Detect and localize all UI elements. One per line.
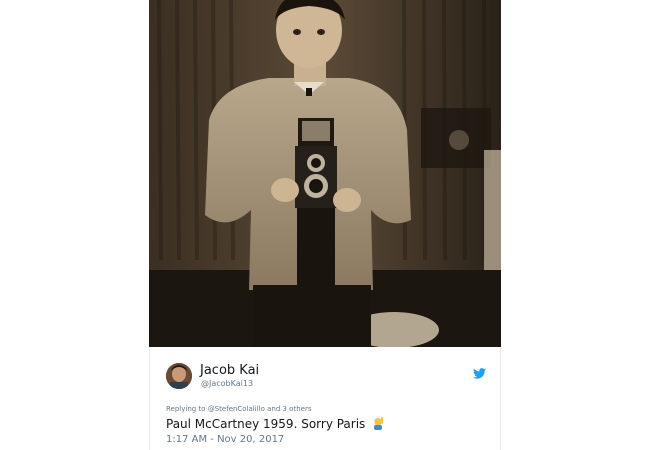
avatar[interactable] bbox=[166, 363, 192, 389]
reply-prefix: Replying to bbox=[166, 405, 206, 413]
reply-context: Replying to @StefenColalillo and 3 other… bbox=[166, 405, 311, 413]
sepia-photo-image bbox=[149, 0, 501, 347]
tweet-timestamp[interactable]: 1:17 AM - Nov 20, 2017 bbox=[166, 434, 284, 445]
tweet-photo[interactable] bbox=[149, 0, 501, 347]
tweet-text-content: Paul McCartney 1959. Sorry Paris bbox=[166, 417, 366, 431]
reply-to-link[interactable]: @StefenColalillo bbox=[208, 405, 265, 413]
user-handle[interactable]: @JacobKai13 bbox=[201, 379, 253, 388]
avatar-image bbox=[166, 363, 192, 389]
tweet-card: Jacob Kai @JacobKai13 Replying to @Stefe… bbox=[149, 0, 501, 450]
tweet-body: Jacob Kai @JacobKai13 Replying to @Stefe… bbox=[149, 347, 501, 450]
woman-raising-hand-emoji bbox=[371, 416, 385, 430]
reply-suffix[interactable]: and 3 others bbox=[267, 405, 311, 413]
twitter-bird-icon[interactable] bbox=[473, 364, 486, 379]
tweet-text: Paul McCartney 1959. Sorry Paris bbox=[166, 416, 385, 431]
display-name[interactable]: Jacob Kai bbox=[200, 363, 259, 378]
